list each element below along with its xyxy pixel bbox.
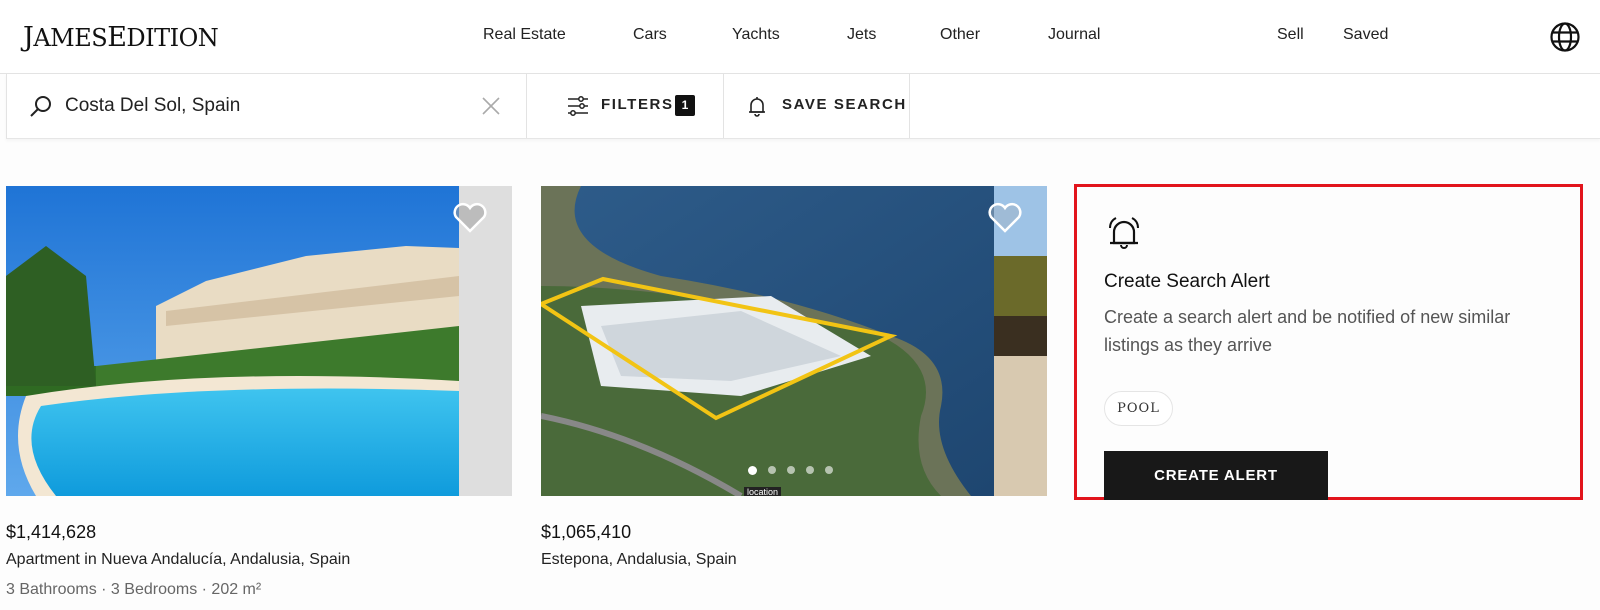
listing-price: $1,414,628 — [6, 522, 97, 542]
search-bar: FILTERS 1 SAVE SEARCH — [6, 74, 1600, 139]
save-search-button[interactable]: SAVE SEARCH — [724, 74, 910, 138]
logo[interactable]: JAMESEDITION — [23, 22, 219, 53]
save-search-label: SAVE SEARCH — [782, 96, 907, 113]
heart-icon[interactable] — [987, 202, 1023, 234]
nav-yachts[interactable]: Yachts — [732, 26, 780, 44]
top-navigation: JAMESEDITION Real Estate Cars Yachts Jet… — [0, 0, 1600, 74]
alert-title: Create Search Alert — [1104, 271, 1270, 292]
create-search-alert-card: Create Search Alert Create a search aler… — [1074, 184, 1583, 500]
listing-location[interactable]: Estepona, Andalusia, Spain — [541, 551, 737, 569]
search-icon — [30, 96, 51, 117]
listing-location[interactable]: Apartment in Nueva Andalucía, Andalusia,… — [6, 551, 350, 569]
nav-real-estate[interactable]: Real Estate — [483, 26, 566, 44]
carousel-dot[interactable] — [787, 466, 795, 474]
carousel-dot-active[interactable] — [748, 466, 757, 475]
listing-image[interactable]: location — [541, 186, 1047, 496]
nav-jets[interactable]: Jets — [847, 26, 876, 44]
nav-sell[interactable]: Sell — [1277, 26, 1304, 44]
nav-saved[interactable]: Saved — [1343, 26, 1388, 44]
filter-chip-pool[interactable]: POOL — [1104, 391, 1173, 426]
alert-description: Create a search alert and be notified of… — [1104, 307, 1511, 355]
bell-icon — [749, 97, 765, 117]
sliders-icon — [568, 96, 588, 116]
listing-card[interactable]: $1,414,628 Apartment in Nueva Andalucía,… — [6, 186, 512, 598]
bell-ringing-icon — [1109, 217, 1139, 249]
filters-count-badge: 1 — [675, 95, 695, 116]
carousel-dots — [748, 466, 833, 475]
aerial-coast-photo — [541, 186, 1047, 496]
listing-specs: 3 Bathrooms · 3 Bedrooms · 202 m² — [6, 581, 262, 598]
close-icon[interactable] — [481, 96, 501, 116]
listing-price: $1,065,410 — [541, 522, 632, 542]
nav-cars[interactable]: Cars — [633, 26, 667, 44]
filters-label: FILTERS — [601, 96, 674, 113]
listing-image[interactable] — [6, 186, 512, 496]
pool-photo — [6, 186, 512, 496]
search-input[interactable] — [65, 92, 455, 120]
carousel-dot[interactable] — [806, 466, 814, 474]
create-alert-button[interactable]: CREATE ALERT — [1104, 451, 1328, 500]
carousel-dot[interactable] — [768, 466, 776, 474]
globe-icon[interactable] — [1549, 21, 1581, 53]
filters-button[interactable]: FILTERS 1 — [527, 74, 724, 138]
nav-journal[interactable]: Journal — [1048, 26, 1100, 44]
image-label: location — [744, 487, 782, 496]
location-search — [7, 74, 527, 138]
carousel-dot[interactable] — [825, 466, 833, 474]
heart-icon[interactable] — [452, 202, 488, 234]
listing-card[interactable]: location $1,065,410 Estepona, Andalusia,… — [541, 186, 1047, 568]
nav-other[interactable]: Other — [940, 26, 980, 44]
